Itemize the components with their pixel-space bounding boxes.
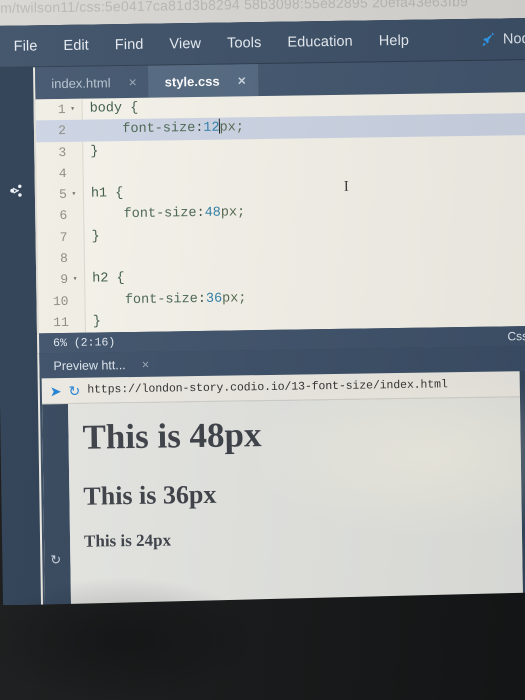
- navigate-icon[interactable]: ➤: [50, 383, 62, 399]
- monitor-bezel-tilt: [0, 591, 525, 700]
- node-run-button[interactable]: Node: [479, 29, 525, 48]
- close-icon[interactable]: ×: [238, 72, 246, 88]
- preview-heading-h3: This is 24px: [83, 530, 172, 551]
- line-number: 10: [52, 293, 69, 309]
- menu-item-file[interactable]: File: [1, 34, 51, 59]
- line-number: 1: [57, 101, 66, 118]
- fold-arrow-icon[interactable]: ▾: [68, 269, 82, 291]
- line-number: 5: [59, 187, 68, 203]
- menu-item-tools[interactable]: Tools: [214, 30, 275, 55]
- menu-item-education[interactable]: Education: [274, 29, 366, 54]
- menu-item-view[interactable]: View: [156, 31, 214, 56]
- fold-arrow-icon[interactable]: ▾: [67, 184, 81, 206]
- close-icon[interactable]: ×: [128, 74, 136, 90]
- editor-column: index.html × style.css × 1 ▾ body {2 font-…: [33, 59, 525, 646]
- preview-url-text: https://london-story.codio.io/13-font-si…: [87, 378, 448, 397]
- reload-icon[interactable]: ↻: [68, 382, 80, 398]
- tab-preview[interactable]: Preview htt... ×: [39, 357, 159, 373]
- line-number: 7: [59, 229, 68, 245]
- line-number: 8: [59, 251, 68, 267]
- screen-area: om/twilson11/css:5e0417ca81d3b8294 58b30…: [0, 0, 525, 646]
- status-language: Css: [507, 329, 525, 344]
- share-icon[interactable]: [8, 183, 24, 199]
- line-number: 6: [59, 208, 68, 224]
- line-number: 9: [60, 272, 69, 288]
- tab-label: style.css: [164, 73, 220, 89]
- line-number: 11: [53, 314, 69, 331]
- refresh-icon[interactable]: ↻: [50, 552, 61, 568]
- node-label: Node: [502, 30, 525, 47]
- text-cursor-ibeam: I: [343, 178, 349, 195]
- browser-url-fragment: om/twilson11/css:5e0417ca81d3b8294 58b30…: [0, 0, 469, 17]
- line-number: 3: [58, 144, 67, 160]
- tab-label: index.html: [51, 74, 111, 91]
- monitor-photo: om/twilson11/css:5e0417ca81d3b8294 58b30…: [0, 0, 525, 700]
- code-lines[interactable]: 1 ▾ body {2 font-size:12px; 3} 4 5 ▾ h1 {6 font…: [35, 92, 525, 333]
- menu-item-help[interactable]: Help: [366, 28, 423, 53]
- codio-ide-window: File Edit Find View Tools Education Help…: [0, 17, 525, 646]
- menu-item-edit[interactable]: Edit: [50, 33, 102, 58]
- preview-heading-h1: This is 48px: [82, 415, 262, 457]
- fold-arrow-icon[interactable]: ▾: [66, 99, 80, 121]
- line-number: 4: [58, 165, 67, 181]
- tab-style-css[interactable]: style.css ×: [148, 64, 259, 98]
- preview-tab-label: Preview htt...: [53, 357, 126, 373]
- status-position: 6% (2:16): [53, 335, 116, 350]
- code-editor[interactable]: 1 ▾ body {2 font-size:12px; 3} 4 5 ▾ h1 {6 font…: [33, 91, 525, 334]
- rocket-icon: [479, 31, 497, 49]
- line-number: 2: [58, 123, 67, 139]
- menu-item-find[interactable]: Find: [102, 32, 157, 57]
- menu-spacer: [422, 39, 479, 40]
- close-icon[interactable]: ×: [142, 357, 150, 372]
- tab-index-html[interactable]: index.html ×: [35, 65, 149, 100]
- monitor-bezel: [0, 591, 525, 700]
- preview-heading-h2: This is 36px: [83, 479, 217, 511]
